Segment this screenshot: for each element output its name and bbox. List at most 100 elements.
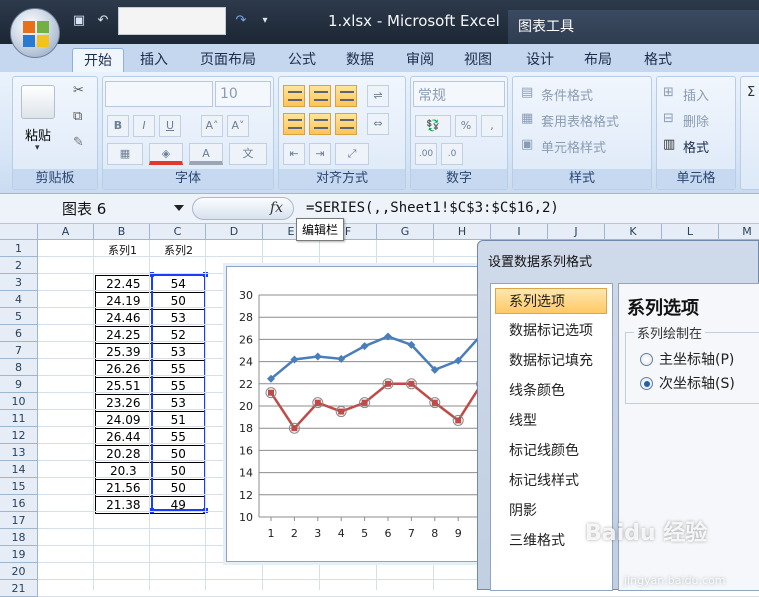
name-box[interactable]: 图表 6	[14, 198, 192, 220]
row-header-17[interactable]: 17	[0, 512, 38, 529]
nav-item[interactable]: 线条颜色	[495, 378, 607, 404]
paste-icon[interactable]	[21, 85, 55, 119]
bold-button[interactable]: B	[107, 115, 129, 137]
tab-page-layout[interactable]: 页面布局	[190, 48, 266, 72]
row-header-1[interactable]: 1	[0, 240, 38, 257]
number-format-box[interactable]: 常规	[413, 81, 505, 107]
decrease-indent-icon[interactable]: ⇤	[283, 143, 305, 165]
fill-color-icon[interactable]: ◈	[149, 143, 183, 165]
tab-data[interactable]: 数据	[334, 48, 386, 72]
borders-icon[interactable]: ▦	[107, 143, 143, 165]
column-header-h[interactable]: H	[434, 224, 491, 240]
nav-item[interactable]: 标记线样式	[495, 468, 607, 494]
format-painter-icon[interactable]: ✎	[73, 135, 84, 150]
font-size-box[interactable]: 10	[215, 81, 271, 107]
column-header-c[interactable]: C	[150, 224, 206, 240]
increase-decimal-button[interactable]: .00	[415, 143, 437, 165]
shrink-font-icon[interactable]: A˅	[227, 115, 249, 137]
percent-button[interactable]: %	[455, 115, 477, 137]
grow-font-icon[interactable]: A˄	[201, 115, 223, 137]
row-header-6[interactable]: 6	[0, 325, 38, 342]
row-header-20[interactable]: 20	[0, 563, 38, 580]
column-header-g[interactable]: G	[377, 224, 434, 240]
row-header-2[interactable]: 2	[0, 257, 38, 274]
save-icon[interactable]: ▣	[70, 12, 88, 30]
wrap-text-icon[interactable]: ⇌	[367, 85, 389, 107]
row-header-16[interactable]: 16	[0, 495, 38, 512]
nav-item[interactable]: 数据标记选项	[495, 318, 607, 344]
nav-item[interactable]: 标记线颜色	[495, 438, 607, 464]
copy-icon[interactable]: ⧉	[73, 109, 82, 124]
data-table[interactable]: 22.45 54 24.19 50 24.46 53 24.25 52 25.39 53 26.26…	[95, 275, 207, 514]
row-header-3[interactable]: 3	[0, 274, 38, 291]
paste-dropdown-icon[interactable]: ▾	[35, 143, 40, 153]
align-left-icon[interactable]	[283, 113, 305, 135]
align-middle-icon[interactable]	[309, 85, 331, 107]
cell-styles-button[interactable]: 单元格样式	[541, 137, 606, 156]
merge-center-icon[interactable]: ⇔	[367, 113, 389, 135]
row-header-5[interactable]: 5	[0, 308, 38, 325]
row-header-10[interactable]: 10	[0, 393, 38, 410]
column-header-i[interactable]: I	[491, 224, 548, 240]
column-header-k[interactable]: K	[605, 224, 662, 240]
row-header-8[interactable]: 8	[0, 359, 38, 376]
column-header-a[interactable]: A	[38, 224, 94, 240]
align-top-icon[interactable]	[283, 85, 305, 107]
conditional-format-button[interactable]: 条件格式	[541, 85, 593, 104]
paste-button[interactable]: 粘贴	[25, 125, 51, 144]
italic-button[interactable]: I	[133, 115, 155, 137]
row-header-21[interactable]: 21	[0, 580, 38, 597]
tab-design[interactable]: 设计	[514, 48, 566, 72]
tab-format[interactable]: 格式	[632, 48, 684, 72]
row-header-15[interactable]: 15	[0, 478, 38, 495]
increase-indent-icon[interactable]: ⇥	[309, 143, 331, 165]
row-header-19[interactable]: 19	[0, 546, 38, 563]
column-header-d[interactable]: D	[206, 224, 263, 240]
underline-button[interactable]: U	[159, 115, 181, 137]
tab-formulas[interactable]: 公式	[276, 48, 328, 72]
row-header-18[interactable]: 18	[0, 529, 38, 546]
primary-axis-radio[interactable]	[640, 352, 653, 366]
chart-plot[interactable]: 10121416182022242628301 2 3 4 5 6 7 8 9	[227, 267, 488, 563]
office-button[interactable]	[10, 8, 60, 58]
insert-function-button[interactable]: fx	[270, 200, 283, 216]
decrease-decimal-button[interactable]: .0	[441, 143, 463, 165]
align-bottom-icon[interactable]	[335, 85, 357, 107]
nav-item[interactable]: 系列选项	[495, 288, 607, 314]
select-all-corner[interactable]	[0, 224, 38, 240]
row-header-14[interactable]: 14	[0, 461, 38, 478]
tab-review[interactable]: 审阅	[394, 48, 446, 72]
nav-item[interactable]: 数据标记填充	[495, 348, 607, 374]
redo-icon[interactable]: ↷	[232, 12, 250, 30]
tab-layout[interactable]: 布局	[572, 48, 624, 72]
column-header-l[interactable]: L	[662, 224, 719, 240]
currency-icon[interactable]: 💱	[415, 115, 451, 137]
undo-icon[interactable]: ↶	[94, 12, 112, 30]
primary-axis-option[interactable]: 主坐标轴(P)	[640, 349, 734, 369]
row-header-7[interactable]: 7	[0, 342, 38, 359]
format-as-table-button[interactable]: 套用表格格式	[541, 111, 619, 130]
align-right-icon[interactable]	[335, 113, 357, 135]
customize-qat-icon[interactable]: ▾	[256, 12, 274, 30]
name-box-dropdown-icon[interactable]	[174, 205, 184, 211]
secondary-axis-option[interactable]: 次坐标轴(S)	[640, 373, 735, 393]
orientation-icon[interactable]: ⤢	[335, 143, 369, 165]
autosum-icon[interactable]: Σ	[747, 85, 755, 100]
nav-item[interactable]: 线型	[495, 408, 607, 434]
tab-home[interactable]: 开始	[72, 48, 124, 72]
row-header-9[interactable]: 9	[0, 376, 38, 393]
row-header-11[interactable]: 11	[0, 410, 38, 427]
phonetic-icon[interactable]: 文	[229, 143, 267, 165]
secondary-axis-radio[interactable]	[640, 376, 653, 390]
formula-input[interactable]: =SERIES(,,Sheet1!$C$3:$C$16,2)	[306, 200, 559, 216]
tab-view[interactable]: 视图	[452, 48, 504, 72]
column-header-m[interactable]: M	[719, 224, 759, 240]
insert-cells-button[interactable]: 插入	[683, 85, 709, 104]
font-color-icon[interactable]: A	[189, 143, 223, 165]
chart-area[interactable]: 10 12 14 16 18 20 22 24 26 28 30 1 2 3 4 5 6 7 8 9	[226, 266, 488, 563]
comma-button[interactable]: ,	[481, 115, 503, 137]
tab-insert[interactable]: 插入	[128, 48, 180, 72]
cut-icon[interactable]: ✂	[73, 83, 84, 98]
column-header-j[interactable]: J	[548, 224, 605, 240]
font-name-box[interactable]	[105, 81, 213, 107]
